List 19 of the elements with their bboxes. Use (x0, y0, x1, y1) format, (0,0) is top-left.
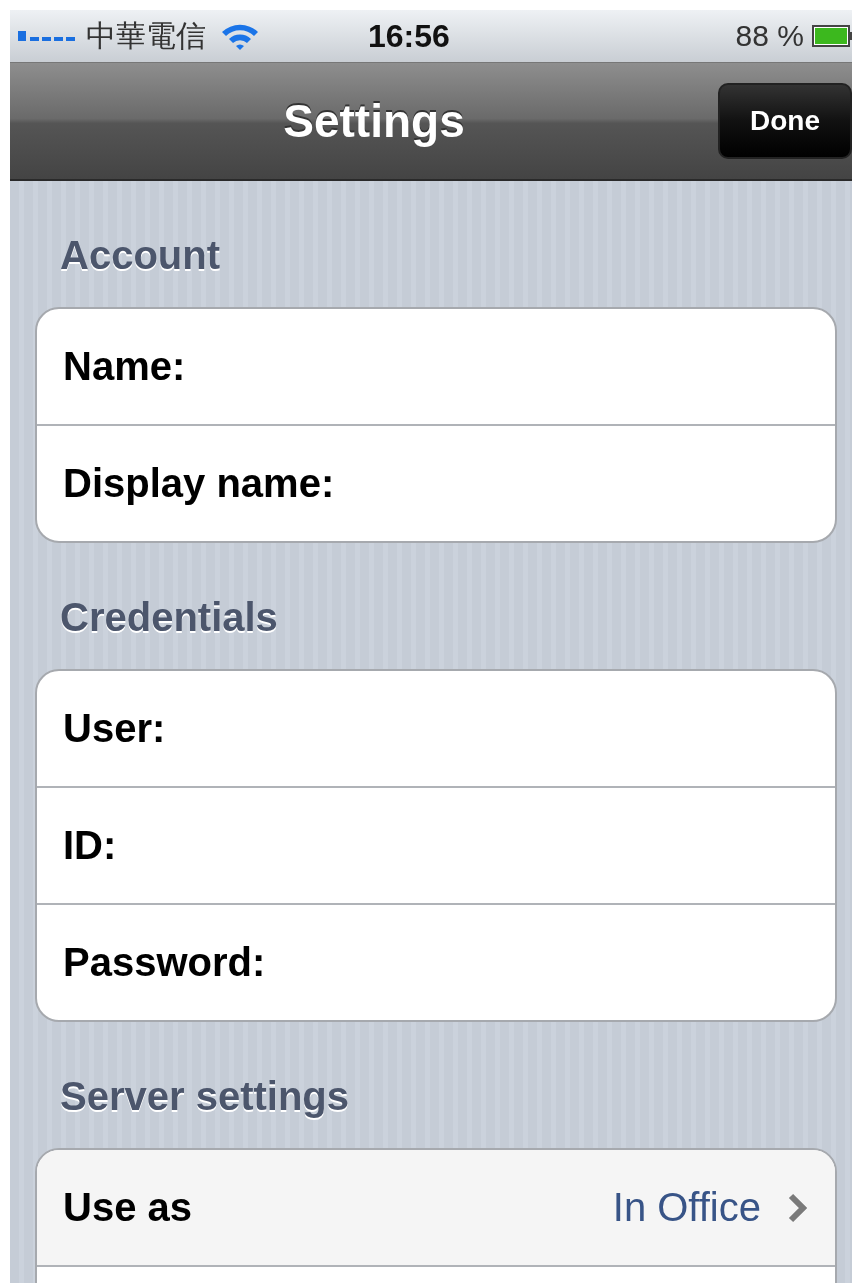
field-label: Name: (63, 344, 186, 389)
battery-percentage: 88 % (735, 19, 804, 53)
row-label: Use as (63, 1185, 192, 1230)
section-header: Account (60, 232, 221, 279)
status-time: 16:56 (368, 17, 450, 55)
field-label: ID: (63, 823, 117, 868)
nav-title: Settings (282, 94, 466, 148)
field-label: Password: (63, 940, 266, 985)
list-row[interactable]: Use as In Office (37, 1150, 835, 1265)
battery-icon (812, 25, 852, 47)
section-header: Credentials (60, 594, 279, 641)
section-header: Server settings (60, 1073, 351, 1120)
field-label: User: (63, 706, 166, 751)
chevron-icon (787, 1192, 807, 1223)
row-value: In Office (612, 1185, 761, 1230)
signal-icon (18, 31, 75, 41)
carrier-name: 中華電信 (86, 17, 206, 54)
field-label: Display name: (63, 461, 335, 506)
done-button[interactable]: Done (718, 83, 852, 159)
